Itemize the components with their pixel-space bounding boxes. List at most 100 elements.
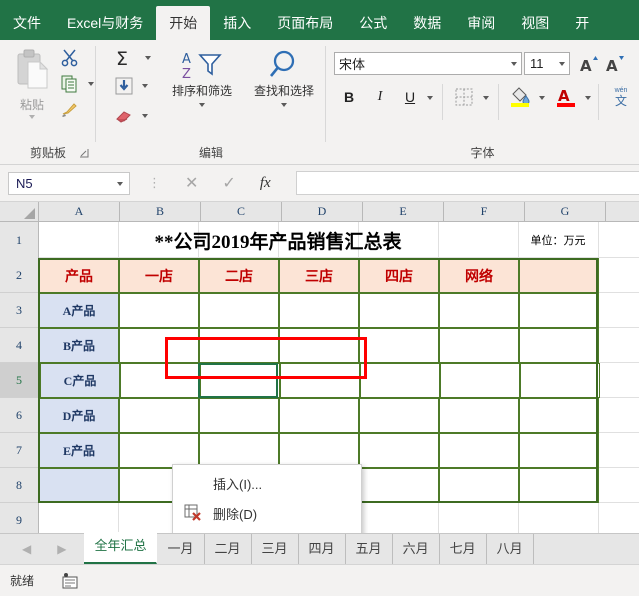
paste-chevron-down-icon[interactable] — [29, 115, 35, 119]
sheet-tab-annual-summary[interactable]: 全年汇总 — [84, 532, 157, 564]
table-header-cell[interactable]: 网络 — [439, 258, 519, 293]
cut-button[interactable] — [60, 48, 80, 68]
font-name-combobox[interactable]: 宋体 — [334, 52, 522, 75]
fill-chevron-down-icon[interactable] — [142, 84, 148, 88]
data-cell[interactable] — [519, 468, 599, 503]
underline-chevron-down-icon[interactable] — [424, 92, 436, 104]
data-cell[interactable] — [519, 433, 599, 468]
column-header-f[interactable]: F — [444, 202, 525, 221]
data-cell[interactable] — [359, 468, 439, 503]
font-name-chevron-down-icon[interactable] — [511, 62, 517, 66]
clear-button[interactable] — [114, 106, 148, 126]
find-select-chevron-down-icon[interactable] — [281, 103, 287, 107]
data-cell[interactable] — [519, 293, 599, 328]
column-header-g[interactable]: G — [525, 202, 606, 221]
product-cell[interactable]: E产品 — [39, 433, 119, 468]
column-header-a[interactable]: A — [39, 202, 120, 221]
column-header-e[interactable]: E — [363, 202, 444, 221]
ribbon-tab-data[interactable]: 数据 — [400, 6, 454, 40]
row-header-8[interactable]: 8 — [0, 468, 39, 503]
name-box[interactable]: N5 — [8, 172, 130, 195]
fill-button[interactable] — [114, 76, 148, 96]
name-box-chevron-down-icon[interactable] — [117, 182, 123, 186]
data-cell[interactable] — [279, 433, 359, 468]
ribbon-tab-insert[interactable]: 插入 — [210, 6, 264, 40]
product-cell[interactable] — [39, 468, 119, 503]
clear-chevron-down-icon[interactable] — [142, 114, 148, 118]
autosum-button[interactable]: Σ — [112, 46, 151, 70]
product-cell[interactable]: C产品 — [40, 363, 120, 398]
row-header-4[interactable]: 4 — [0, 328, 39, 363]
sheet-tab-jul[interactable]: 七月 — [440, 534, 487, 564]
column-header-d[interactable]: D — [282, 202, 363, 221]
row-header-5[interactable]: 5 — [0, 363, 40, 398]
data-cell[interactable] — [119, 328, 199, 363]
underline-button[interactable]: U — [399, 86, 421, 108]
data-cell[interactable] — [199, 293, 279, 328]
ribbon-tab-wenjian[interactable]: 文件 — [0, 6, 54, 40]
sheet-tab-jan[interactable]: 一月 — [157, 534, 204, 564]
data-cell[interactable] — [199, 398, 279, 433]
row-header-6[interactable]: 6 — [0, 398, 39, 433]
row-header-9[interactable]: 9 — [0, 503, 39, 533]
insert-function-icon[interactable]: fx — [260, 175, 271, 192]
data-cell[interactable] — [119, 398, 199, 433]
phonetic-guide-button[interactable]: wén 文 — [608, 84, 634, 110]
data-cell[interactable] — [200, 363, 280, 398]
clipboard-dialog-launcher[interactable] — [79, 148, 91, 160]
column-header-b[interactable]: B — [120, 202, 201, 221]
find-select-button[interactable]: 查找和选择 — [248, 48, 320, 107]
paste-button[interactable]: 粘贴 — [6, 48, 58, 130]
decrease-font-size-button[interactable]: A — [604, 53, 624, 74]
bold-button[interactable]: B — [338, 86, 360, 108]
table-header-cell[interactable]: 二店 — [199, 258, 279, 293]
data-cell[interactable] — [359, 293, 439, 328]
accept-formula-icon[interactable]: ✓ — [222, 173, 235, 193]
data-cell[interactable] — [279, 398, 359, 433]
italic-button[interactable]: I — [369, 86, 391, 108]
sheet-tab-apr[interactable]: 四月 — [299, 534, 346, 564]
ribbon-tab-developer[interactable]: 开 — [562, 6, 602, 40]
sheet-tab-feb[interactable]: 二月 — [205, 534, 252, 564]
data-cell[interactable] — [279, 328, 359, 363]
borders-chevron-down-icon[interactable] — [480, 92, 492, 104]
row-header-3[interactable]: 3 — [0, 293, 39, 328]
font-size-chevron-down-icon[interactable] — [559, 62, 565, 66]
context-menu-item-insert[interactable]: 插入(I)... — [173, 468, 361, 498]
table-header-cell[interactable]: 三店 — [279, 258, 359, 293]
data-cell[interactable] — [120, 363, 200, 398]
data-cell[interactable] — [439, 468, 519, 503]
copy-chevron-down-icon[interactable] — [88, 82, 94, 86]
font-color-button[interactable]: A — [554, 84, 578, 108]
sheet-tab-jun[interactable]: 六月 — [393, 534, 440, 564]
data-cell[interactable] — [519, 398, 599, 433]
next-sheet-icon[interactable]: ▶ — [57, 542, 66, 556]
data-cell[interactable] — [519, 328, 599, 363]
sheet-tab-mar[interactable]: 三月 — [252, 534, 299, 564]
product-cell[interactable]: B产品 — [39, 328, 119, 363]
formula-input[interactable] — [296, 171, 639, 195]
row-header-2[interactable]: 2 — [0, 258, 39, 293]
row-header-7[interactable]: 7 — [0, 433, 39, 468]
data-cell[interactable] — [360, 363, 440, 398]
accessibility-checker-icon[interactable] — [62, 573, 78, 589]
data-cell[interactable] — [280, 363, 360, 398]
fill-color-button[interactable] — [508, 84, 532, 108]
sheet-tab-may[interactable]: 五月 — [346, 534, 393, 564]
table-header-cell[interactable]: 产品 — [39, 258, 119, 293]
borders-button[interactable] — [452, 86, 476, 108]
font-size-combobox[interactable]: 11 — [524, 52, 570, 75]
data-cell[interactable] — [439, 398, 519, 433]
data-cell[interactable] — [359, 433, 439, 468]
data-cell[interactable] — [359, 328, 439, 363]
data-cell[interactable] — [359, 398, 439, 433]
product-cell[interactable]: D产品 — [39, 398, 119, 433]
select-all-corner[interactable] — [0, 202, 39, 221]
data-cell[interactable] — [439, 328, 519, 363]
data-cell[interactable] — [119, 433, 199, 468]
format-painter-button[interactable] — [60, 100, 80, 120]
autosum-chevron-down-icon[interactable] — [145, 56, 151, 60]
context-menu-item-rename[interactable]: 重命名(R) — [173, 528, 361, 533]
ribbon-tab-page-layout[interactable]: 页面布局 — [264, 6, 346, 40]
data-cell[interactable] — [439, 433, 519, 468]
